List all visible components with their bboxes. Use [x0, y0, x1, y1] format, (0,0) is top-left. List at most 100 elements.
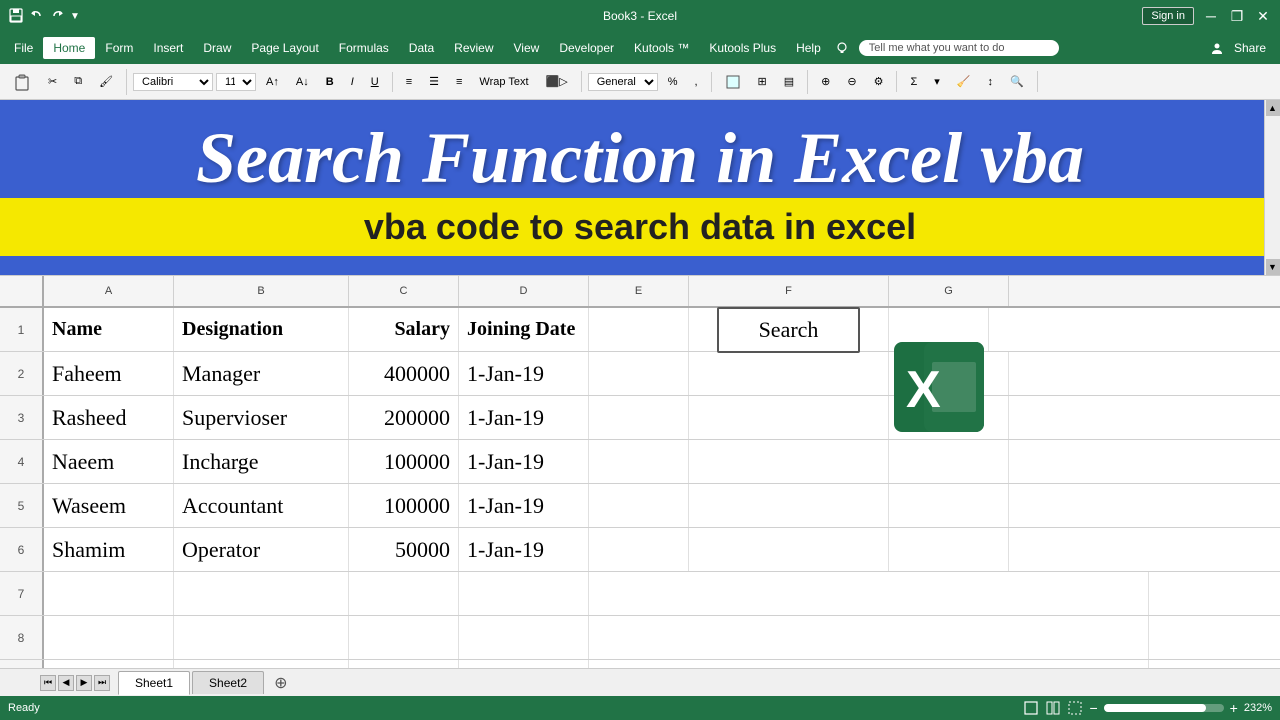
- format-cells-btn[interactable]: ⚙: [867, 71, 891, 92]
- tab-last-arrow[interactable]: ⏭: [94, 675, 110, 691]
- cell-1-date[interactable]: Joining Date: [459, 308, 589, 351]
- underline-btn[interactable]: U: [364, 72, 386, 92]
- cell-5-e[interactable]: [589, 484, 689, 527]
- tab-sheet2[interactable]: Sheet2: [192, 671, 264, 694]
- cut-btn[interactable]: ✂: [41, 71, 64, 92]
- cell-9-a[interactable]: [44, 660, 174, 668]
- menu-form[interactable]: Form: [95, 37, 143, 59]
- cell-2-date[interactable]: 1-Jan-19: [459, 352, 589, 395]
- menu-formulas[interactable]: Formulas: [329, 37, 399, 59]
- menu-draw[interactable]: Draw: [193, 37, 241, 59]
- cell-5-date[interactable]: 1-Jan-19: [459, 484, 589, 527]
- wrap-text-btn[interactable]: Wrap Text: [472, 72, 535, 92]
- cell-5-f[interactable]: [689, 484, 889, 527]
- cond-format-btn[interactable]: [718, 70, 748, 94]
- menu-review[interactable]: Review: [444, 37, 503, 59]
- cell-4-f[interactable]: [689, 440, 889, 483]
- cell-8-d[interactable]: [459, 616, 589, 659]
- copy-btn[interactable]: ⧉: [67, 71, 89, 92]
- bold-btn[interactable]: B: [319, 72, 341, 92]
- cell-3-f[interactable]: [689, 396, 889, 439]
- menu-kutools-plus[interactable]: Kutools Plus: [699, 37, 786, 59]
- cell-3-e[interactable]: [589, 396, 689, 439]
- increase-font-btn[interactable]: A↑: [259, 72, 286, 92]
- tab-sheet1[interactable]: Sheet1: [118, 671, 190, 695]
- tab-prev-arrow[interactable]: ◀: [58, 675, 74, 691]
- clear-btn[interactable]: 🧹: [950, 71, 978, 92]
- cell-5-salary[interactable]: 100000: [349, 484, 459, 527]
- menu-developer[interactable]: Developer: [549, 37, 624, 59]
- undo-icon[interactable]: [30, 9, 44, 23]
- percent-btn[interactable]: %: [661, 72, 685, 92]
- paste-btn[interactable]: [6, 69, 38, 95]
- menu-kutools[interactable]: Kutools ™: [624, 37, 699, 59]
- menu-help[interactable]: Help: [786, 37, 831, 59]
- cell-4-g[interactable]: [889, 440, 1009, 483]
- normal-view-icon[interactable]: [1023, 700, 1039, 716]
- find-btn[interactable]: 🔍: [1003, 71, 1031, 92]
- minimize-button[interactable]: ─: [1202, 7, 1220, 25]
- cell-2-f[interactable]: [689, 352, 889, 395]
- cell-3-name[interactable]: Rasheed: [44, 396, 174, 439]
- merge-cells-btn[interactable]: ⬛▷: [539, 71, 575, 92]
- sort-btn[interactable]: ↕: [981, 72, 1001, 92]
- cell-3-salary[interactable]: 200000: [349, 396, 459, 439]
- cell-9-b[interactable]: [174, 660, 349, 668]
- cell-7-a[interactable]: [44, 572, 174, 615]
- cell-1-salary[interactable]: Salary: [349, 308, 459, 351]
- cell-5-desig[interactable]: Accountant: [174, 484, 349, 527]
- redo-icon[interactable]: [50, 9, 64, 23]
- cell-9-d[interactable]: [459, 660, 589, 668]
- sum-btn[interactable]: Σ: [903, 72, 924, 92]
- italic-btn[interactable]: I: [344, 72, 361, 92]
- cell-2-e[interactable]: [589, 352, 689, 395]
- page-layout-icon[interactable]: [1045, 700, 1061, 716]
- tab-first-arrow[interactable]: ⏮: [40, 675, 56, 691]
- cell-6-salary[interactable]: 50000: [349, 528, 459, 571]
- cell-8-b[interactable]: [174, 616, 349, 659]
- cell-1-desig[interactable]: Designation: [174, 308, 349, 351]
- align-center-btn[interactable]: ☰: [422, 71, 446, 92]
- cell-styles-btn[interactable]: ▤: [777, 71, 801, 92]
- cell-7-b[interactable]: [174, 572, 349, 615]
- quick-access-more[interactable]: ▼: [70, 11, 80, 22]
- tell-me-bar[interactable]: Tell me what you want to do: [859, 40, 1059, 56]
- cell-7-d[interactable]: [459, 572, 589, 615]
- cell-8-rest[interactable]: [589, 616, 1149, 659]
- format-painter-btn[interactable]: 🖌: [92, 71, 120, 92]
- cell-7-rest[interactable]: [589, 572, 1149, 615]
- cell-3-date[interactable]: 1-Jan-19: [459, 396, 589, 439]
- cell-2-name[interactable]: Faheem: [44, 352, 174, 395]
- font-size-select[interactable]: 11: [216, 73, 256, 91]
- cell-7-c[interactable]: [349, 572, 459, 615]
- cell-4-desig[interactable]: Incharge: [174, 440, 349, 483]
- zoom-level[interactable]: 232%: [1244, 702, 1272, 714]
- cell-2-desig[interactable]: Manager: [174, 352, 349, 395]
- fill-btn[interactable]: ▾: [927, 71, 947, 92]
- add-sheet-button[interactable]: ⊕: [266, 670, 295, 696]
- cell-8-c[interactable]: [349, 616, 459, 659]
- menu-data[interactable]: Data: [399, 37, 444, 59]
- cell-6-e[interactable]: [589, 528, 689, 571]
- scrollbar-right[interactable]: ▲ ▼: [1264, 100, 1280, 275]
- scroll-down-arrow[interactable]: ▼: [1266, 259, 1280, 275]
- cell-5-g[interactable]: [889, 484, 1009, 527]
- signin-button[interactable]: Sign in: [1142, 7, 1194, 25]
- zoom-in-button[interactable]: +: [1230, 700, 1238, 716]
- menu-page-layout[interactable]: Page Layout: [241, 37, 328, 59]
- cell-4-name[interactable]: Naeem: [44, 440, 174, 483]
- align-right-btn[interactable]: ≡: [449, 72, 469, 92]
- cell-6-desig[interactable]: Operator: [174, 528, 349, 571]
- cell-6-name[interactable]: Shamim: [44, 528, 174, 571]
- search-button[interactable]: Search: [717, 307, 861, 353]
- menu-insert[interactable]: Insert: [143, 37, 193, 59]
- scroll-up-arrow[interactable]: ▲: [1266, 100, 1280, 116]
- cell-6-g[interactable]: [889, 528, 1009, 571]
- number-format-select[interactable]: General: [588, 73, 658, 91]
- delete-cells-btn[interactable]: ⊖: [840, 71, 863, 92]
- cell-1-e[interactable]: [589, 308, 689, 351]
- tab-next-arrow[interactable]: ▶: [76, 675, 92, 691]
- comma-btn[interactable]: ,: [687, 72, 704, 92]
- menu-file[interactable]: File: [4, 37, 43, 59]
- zoom-out-button[interactable]: −: [1089, 700, 1097, 716]
